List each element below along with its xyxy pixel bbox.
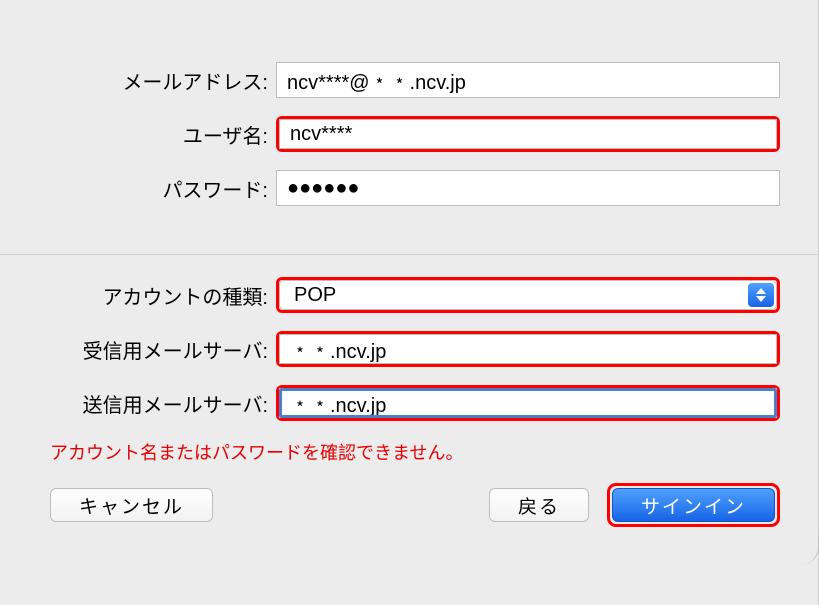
outgoing-server-field[interactable] xyxy=(279,388,777,418)
account-type-select[interactable]: POP xyxy=(279,280,777,310)
username-label: ユーザ名: xyxy=(0,120,276,149)
sign-in-button[interactable]: サインイン xyxy=(612,488,775,522)
incoming-server-field[interactable] xyxy=(279,334,777,364)
password-label: パスワード: xyxy=(0,174,276,203)
email-label: メールアドレス: xyxy=(0,66,276,95)
email-field[interactable] xyxy=(276,62,780,98)
incoming-server-label: 受信用メールサーバ: xyxy=(0,335,276,364)
error-message: アカウント名またはパスワードを確認できません。 xyxy=(50,439,818,465)
back-button[interactable]: 戻る xyxy=(489,488,589,522)
chevron-up-down-icon xyxy=(748,283,774,307)
cancel-button[interactable]: キャンセル xyxy=(50,488,213,522)
outgoing-server-label: 送信用メールサーバ: xyxy=(0,389,276,418)
account-type-value: POP xyxy=(290,284,736,307)
account-type-label: アカウントの種類: xyxy=(0,281,276,310)
password-field[interactable] xyxy=(276,170,780,206)
username-field[interactable] xyxy=(279,119,777,149)
